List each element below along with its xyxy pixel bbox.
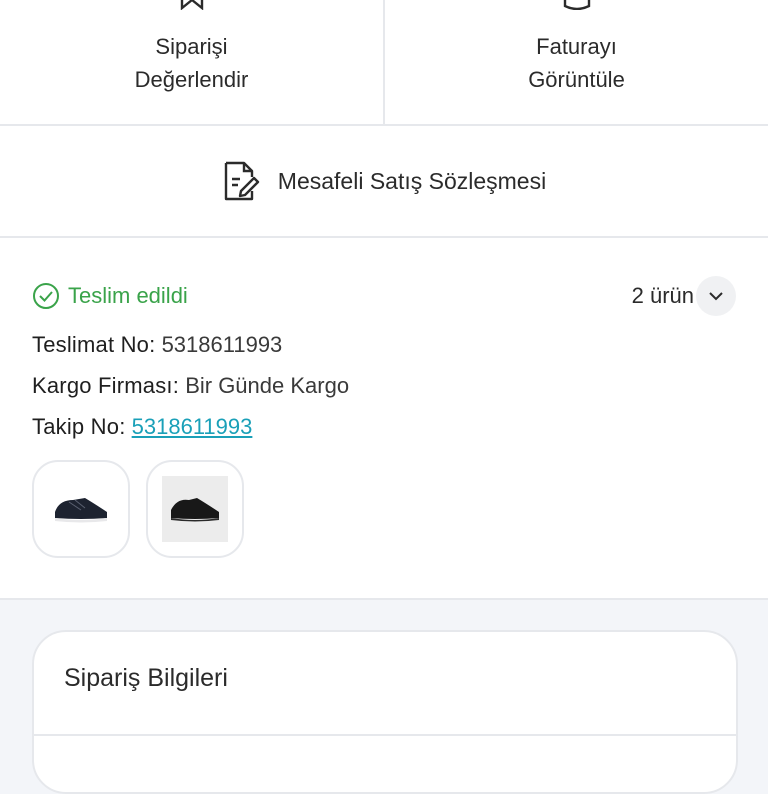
view-invoice-button[interactable]: Faturayı Görüntüle [383, 0, 768, 124]
item-count-toggle[interactable]: 2 ürün [632, 276, 736, 316]
carrier-label: Kargo Firması: [32, 373, 180, 398]
delivery-status-text: Teslim edildi [68, 283, 188, 308]
distance-sales-contract-link[interactable]: Mesafeli Satış Sözleşmesi [0, 126, 768, 238]
item-count-label: 2 ürün [631, 283, 694, 308]
delivery-number-label: Teslimat No: [32, 332, 156, 357]
tracking-label: Takip No: [32, 414, 126, 439]
carrier-row: Kargo Firması: Bir Günde Kargo [32, 373, 349, 399]
delivery-number-row: Teslimat No: 5318611993 [32, 332, 282, 358]
chevron-down-icon[interactable] [696, 276, 736, 316]
carrier-value: Bir Günde Kargo [185, 373, 350, 398]
order-info-title: Sipariş Bilgileri [64, 664, 228, 692]
rate-order-label: Siparişi Değerlendir [134, 34, 249, 92]
shipment-card: Teslim edildi 2 ürün Teslimat No: 531861… [0, 238, 768, 600]
divider [34, 734, 736, 736]
tracking-number-link[interactable]: 5318611993 [132, 414, 253, 439]
delivery-number-value: 5318611993 [161, 332, 283, 357]
order-info-card: Sipariş Bilgileri [32, 630, 738, 794]
tracking-row: Takip No: 5318611993 [32, 414, 252, 440]
product-thumbnail[interactable] [32, 460, 130, 558]
bookmark-icon [180, 0, 203, 10]
document-edit-icon [224, 161, 259, 201]
order-actions: Siparişi Değerlendir Faturayı Görüntüle [0, 0, 768, 126]
check-circle-icon [33, 283, 59, 309]
product-thumbnail[interactable] [146, 460, 244, 558]
rate-order-button[interactable]: Siparişi Değerlendir [0, 0, 383, 124]
view-invoice-label: Faturayı Görüntüle [528, 34, 625, 92]
contract-label: Mesafeli Satış Sözleşmesi [277, 167, 547, 194]
delivery-status: Teslim edildi [32, 282, 188, 310]
sneaker-image [55, 498, 107, 523]
sneaker-image [162, 476, 228, 542]
receipt-icon [563, 0, 590, 10]
